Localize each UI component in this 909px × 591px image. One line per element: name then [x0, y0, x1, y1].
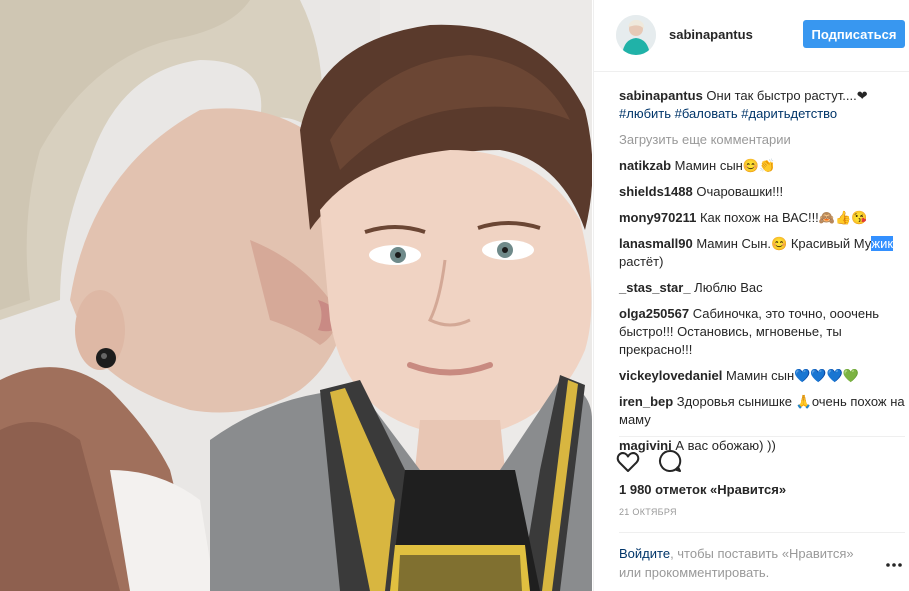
comment-icon[interactable]: [658, 449, 682, 476]
header-username[interactable]: sabinapantus: [669, 27, 753, 42]
selected-text: жик: [871, 236, 894, 251]
comment-text: Очаровашки!!!: [692, 184, 784, 199]
hashtag[interactable]: #даритьдетство: [741, 106, 837, 121]
login-link[interactable]: Войдите: [619, 546, 670, 561]
hashtag[interactable]: #баловать: [675, 106, 738, 121]
comment-text: Люблю Вас: [690, 280, 763, 295]
heart-icon[interactable]: [616, 451, 640, 476]
comment-text: Мамин Сын.😊 Красивый Му: [692, 236, 872, 251]
likes-count[interactable]: 1 980 отметок «Нравится»: [619, 482, 786, 497]
comment-username[interactable]: lanasmall90: [619, 236, 693, 251]
comment-item: mony970211 Как похож на ВАС!!!🙈👍😘: [619, 209, 905, 227]
comment-username[interactable]: vickeylovedaniel: [619, 368, 722, 383]
comment-username[interactable]: olga250567: [619, 306, 689, 321]
caption-text: Они так быстро растут....❤: [702, 88, 868, 103]
photo-illustration: [0, 0, 592, 591]
comment-item: _stas_star_ Люблю Вас: [619, 279, 905, 297]
comment-username[interactable]: natikzab: [619, 158, 671, 173]
hashtag[interactable]: #любить: [619, 106, 671, 121]
login-prompt: Войдите, чтобы поставить «Нравится» или …: [619, 544, 879, 582]
comment-text: растёт): [619, 254, 664, 269]
comment-item: natikzab Мамин сын😊👏: [619, 157, 905, 175]
comment-item: lanasmall90 Мамин Сын.😊 Красивый Мужик р…: [619, 235, 905, 271]
comment-text: Как похож на ВАС!!!🙈👍😘: [696, 210, 868, 225]
post-date: 21 ОКТЯБРЯ: [619, 507, 677, 517]
caption-username[interactable]: sabinapantus: [619, 88, 703, 103]
avatar-image: [616, 15, 656, 55]
comment-text: Мамин сын💙💙💙💚: [722, 368, 859, 383]
comment-item: iren_bep Здоровья сынишке 🙏очень похож н…: [619, 393, 905, 429]
post-sidebar: sabinapantus Подписаться sabinapantus Он…: [593, 0, 909, 591]
comments-list: sabinapantus Они так быстро растут....❤ …: [619, 87, 905, 463]
comment-username[interactable]: iren_bep: [619, 394, 673, 409]
comment-text: Мамин сын😊👏: [671, 158, 776, 173]
load-more-comments[interactable]: Загрузить еще комментарии: [619, 131, 905, 149]
comment-username[interactable]: mony970211: [619, 210, 696, 225]
more-icon[interactable]: [886, 556, 902, 571]
follow-button[interactable]: Подписаться: [803, 20, 905, 48]
comment-item: shields1488 Очаровашки!!!: [619, 183, 905, 201]
action-bar: [616, 449, 696, 473]
comment-username[interactable]: _stas_star_: [619, 280, 691, 295]
avatar[interactable]: [616, 15, 656, 55]
post-header: sabinapantus Подписаться: [594, 0, 909, 72]
comment-item: olga250567 Сабиночка, это точно, ооочень…: [619, 305, 905, 359]
caption: sabinapantus Они так быстро растут....❤ …: [619, 87, 905, 123]
comment-username[interactable]: shields1488: [619, 184, 693, 199]
comment-item: vickeylovedaniel Мамин сын💙💙💙💚: [619, 367, 905, 385]
post-photo[interactable]: [0, 0, 592, 591]
divider: [619, 436, 905, 437]
divider: [619, 532, 905, 533]
